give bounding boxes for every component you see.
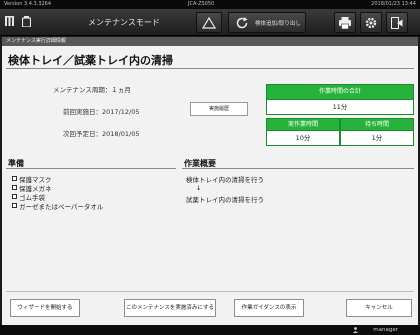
mark-done-button[interactable]: このメンテナンスを実施済みにする: [124, 299, 216, 317]
total-time-value: 11分: [266, 100, 414, 115]
version-strip: Version 3.4.3.3264 JCA-ZS050 2018/01/23 …: [0, 0, 420, 9]
exit-button[interactable]: [386, 12, 408, 33]
exit-icon: [391, 16, 403, 29]
page-title: 検体トレイ／試薬トレイ内の清掃: [8, 54, 173, 67]
checkbox-icon: [12, 203, 17, 208]
user-icon: [353, 327, 358, 333]
sample-load-button[interactable]: 検体追加/取り出し: [228, 12, 306, 33]
wait-time-header: 待ち時間: [340, 118, 414, 131]
overview-list: 検体トレイ内の清掃を行う ↓ 試薬トレイ内の清掃を行う: [186, 174, 264, 204]
exec-time-value: 10分: [266, 131, 340, 146]
settings-button[interactable]: [360, 12, 382, 33]
history-button[interactable]: 実施履歴: [190, 102, 248, 116]
printer-icon: [339, 16, 351, 29]
refresh-icon: [235, 16, 249, 30]
sample-load-label: 検体追加/取り出し: [255, 21, 301, 27]
datetime-text: 2018/01/23 13:44: [371, 1, 416, 7]
warning-icon: [202, 16, 216, 29]
checkbox-icon: [12, 194, 17, 199]
maintenance-period: メンテナンス周期：１ヵ月: [53, 86, 131, 94]
next-date: 次回予定日：2018/01/05: [63, 130, 140, 138]
model-text: JCA-ZS050: [188, 1, 215, 7]
wait-time-value: 1分: [340, 131, 414, 146]
total-time-header: 作業時間の合計: [266, 84, 414, 100]
exec-time-header: 実作業時間: [266, 118, 340, 131]
divider: [6, 68, 414, 69]
mode-title: メンテナンスモード: [88, 18, 160, 27]
list-item: ガーゼまたはペーパータオル: [12, 201, 103, 211]
preparation-list: 保護マスク 保護メガネ ゴム手袋 ガーゼまたはペーパータオル: [12, 174, 103, 211]
cancel-button[interactable]: キャンセル: [346, 299, 412, 317]
maintenance-detail-panel: メンテナンス実行詳細情報 検体トレイ／試薬トレイ内の清掃 メンテナンス周期：１ヵ…: [2, 37, 418, 325]
divider: [182, 168, 414, 169]
tray-icon: [5, 16, 15, 30]
bottle-icon: [21, 16, 32, 30]
print-button[interactable]: [334, 12, 356, 33]
header-bar: メンテナンスモード 検体追加/取り出し: [0, 9, 420, 36]
start-wizard-button[interactable]: ウィザードを開始する: [10, 299, 80, 317]
list-item: ↓: [196, 184, 202, 192]
list-item: 検体トレイ内の清掃を行う: [186, 176, 264, 184]
show-guidance-button[interactable]: 作業ガイダンスの表示: [234, 299, 304, 317]
divider: [6, 168, 176, 169]
panel-subtitle: メンテナンス実行詳細情報: [2, 37, 418, 46]
previous-date: 前回実施日：2017/12/05: [63, 108, 140, 116]
gear-icon: [365, 17, 377, 28]
status-bar: manager: [0, 325, 420, 335]
checkbox-icon: [12, 185, 17, 190]
alarm-button[interactable]: [196, 12, 222, 33]
checkbox-icon: [12, 176, 17, 181]
user-name: manager: [373, 327, 398, 333]
list-item: 試薬トレイ内の清掃を行う: [186, 196, 264, 204]
divider: [6, 291, 414, 292]
version-text: Version 3.4.3.3264: [4, 1, 52, 7]
